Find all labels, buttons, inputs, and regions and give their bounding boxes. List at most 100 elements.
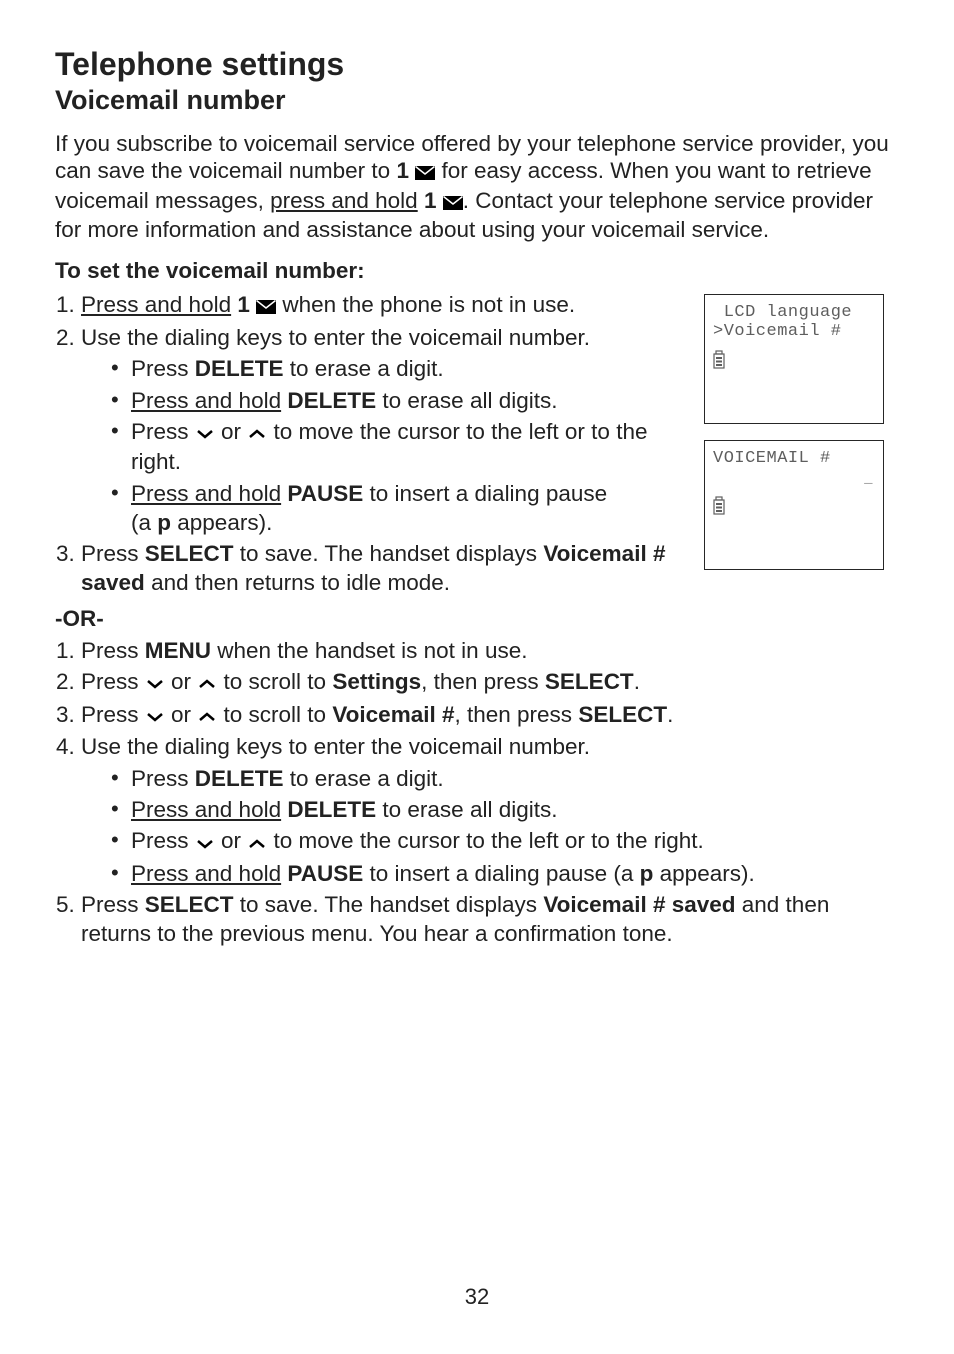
step: Press or to scroll to Voicemail #, then … — [81, 700, 899, 731]
key-1: 1 — [237, 292, 250, 317]
bullet: Press and hold PAUSE to insert a dialing… — [111, 479, 688, 538]
menu-target: Voicemail # — [332, 702, 454, 727]
caret-down-icon — [146, 668, 164, 697]
step-text: to save. The handset displays — [234, 541, 544, 566]
step-text: Use the dialing keys to enter the voicem… — [81, 325, 590, 350]
caret-up-icon — [248, 828, 266, 857]
bullet-text: Press — [131, 356, 195, 381]
step-text: to save. The handset displays — [234, 892, 544, 917]
method-a-list: Press and hold 1 when the phone is not i… — [55, 290, 688, 598]
key-p: p — [640, 861, 654, 886]
step: Press SELECT to save. The handset displa… — [81, 890, 899, 949]
bullet-text: to erase a digit. — [284, 766, 444, 791]
caret-up-icon — [198, 668, 216, 697]
bullet-text: to erase all digits. — [376, 388, 557, 413]
step-text: Press — [81, 892, 145, 917]
lcd-line: VOICEMAIL # — [713, 449, 875, 469]
step-text: Press — [81, 702, 145, 727]
page-title: Telephone settings — [55, 46, 899, 83]
step-text: . — [634, 669, 640, 694]
key-delete: DELETE — [287, 797, 376, 822]
step-text: when the phone is not in use. — [276, 292, 575, 317]
bullet-text: appears). — [653, 861, 754, 886]
lcd-screen-menu: LCD language >Voicemail # — [704, 294, 884, 424]
bullet: Press and hold DELETE to erase all digit… — [111, 795, 899, 824]
step-text: Press — [81, 669, 145, 694]
step-text: or — [165, 669, 198, 694]
step: Press MENU when the handset is not in us… — [81, 636, 899, 665]
caret-down-icon — [196, 828, 214, 857]
key-p: p — [157, 510, 171, 535]
bullet-text: to insert a dialing pause — [363, 481, 607, 506]
menu-target: Settings — [332, 669, 421, 694]
bullet: Press and hold PAUSE to insert a dialing… — [111, 859, 899, 888]
intro-paragraph: If you subscribe to voicemail service of… — [55, 130, 899, 244]
bullet-text: to erase a digit. — [284, 356, 444, 381]
key-select: SELECT — [145, 541, 234, 566]
key-select: SELECT — [545, 669, 634, 694]
bullet-text: Press — [131, 766, 195, 791]
bullet: Press or to move the cursor to the left … — [111, 826, 899, 857]
bullet: Press DELETE to erase a digit. — [111, 764, 899, 793]
step-text: or — [165, 702, 198, 727]
key-select: SELECT — [578, 702, 667, 727]
key-delete: DELETE — [287, 388, 376, 413]
press-and-hold-text: Press and hold — [131, 861, 281, 886]
key-1: 1 — [396, 158, 409, 183]
step: Press and hold 1 when the phone is not i… — [81, 290, 688, 321]
step-text: and then returns to idle mode. — [145, 570, 450, 595]
or-separator: -OR- — [55, 606, 899, 632]
display-text: Voicemail # saved — [543, 892, 735, 917]
envelope-icon — [415, 159, 435, 186]
step: Use the dialing keys to enter the voicem… — [81, 732, 899, 888]
bullet: Press DELETE to erase a digit. — [111, 354, 688, 383]
bullet-text: to move the cursor to the left or to the… — [267, 828, 703, 853]
press-and-hold-text: Press and hold — [131, 797, 281, 822]
step: Press or to scroll to Settings, then pre… — [81, 667, 899, 698]
bullet-text: to insert a dialing pause (a — [363, 861, 639, 886]
bullet-text: or — [215, 419, 248, 444]
bullet-text: Press — [131, 419, 195, 444]
key-select: SELECT — [145, 892, 234, 917]
step-text: , then press — [454, 702, 578, 727]
caret-down-icon — [146, 701, 164, 730]
method-b-list: Press MENU when the handset is not in us… — [55, 636, 899, 949]
page-number: 32 — [0, 1284, 954, 1310]
bullet-text: (a — [131, 510, 157, 535]
key-pause: PAUSE — [287, 481, 363, 506]
lcd-cursor: _ — [864, 471, 873, 487]
bullet-text: Press — [131, 828, 195, 853]
bullet-text: or — [215, 828, 248, 853]
press-and-hold-text: press and hold — [270, 188, 418, 213]
caret-down-icon — [196, 418, 214, 447]
caret-up-icon — [198, 701, 216, 730]
press-and-hold-text: Press and hold — [131, 388, 281, 413]
step-text: Press — [81, 541, 145, 566]
step: Use the dialing keys to enter the voicem… — [81, 323, 688, 537]
press-and-hold-text: Press and hold — [131, 481, 281, 506]
step-text: when the handset is not in use. — [211, 638, 527, 663]
key-delete: DELETE — [195, 766, 284, 791]
bullet: Press and hold DELETE to erase all digit… — [111, 386, 688, 415]
bullet-text: to erase all digits. — [376, 797, 557, 822]
lcd-line: LCD language — [713, 303, 875, 323]
battery-icon — [713, 497, 725, 522]
lcd-screen-entry: VOICEMAIL # _ — [704, 440, 884, 570]
battery-icon — [713, 351, 725, 376]
section-title: Voicemail number — [55, 85, 899, 116]
step: Press SELECT to save. The handset displa… — [81, 539, 688, 598]
step-text: to scroll to — [217, 669, 332, 694]
envelope-icon — [256, 292, 276, 321]
press-and-hold-text: Press and hold — [81, 292, 231, 317]
key-pause: PAUSE — [287, 861, 363, 886]
key-delete: DELETE — [195, 356, 284, 381]
step-text: , then press — [421, 669, 545, 694]
envelope-icon — [443, 189, 463, 216]
key-1: 1 — [424, 188, 437, 213]
caret-up-icon — [248, 418, 266, 447]
set-heading: To set the voicemail number: — [55, 258, 899, 284]
step-text: Use the dialing keys to enter the voicem… — [81, 734, 590, 759]
bullet-text: appears). — [171, 510, 272, 535]
lcd-line: >Voicemail # — [713, 322, 875, 342]
bullet: Press or to move the cursor to the left … — [111, 417, 688, 477]
